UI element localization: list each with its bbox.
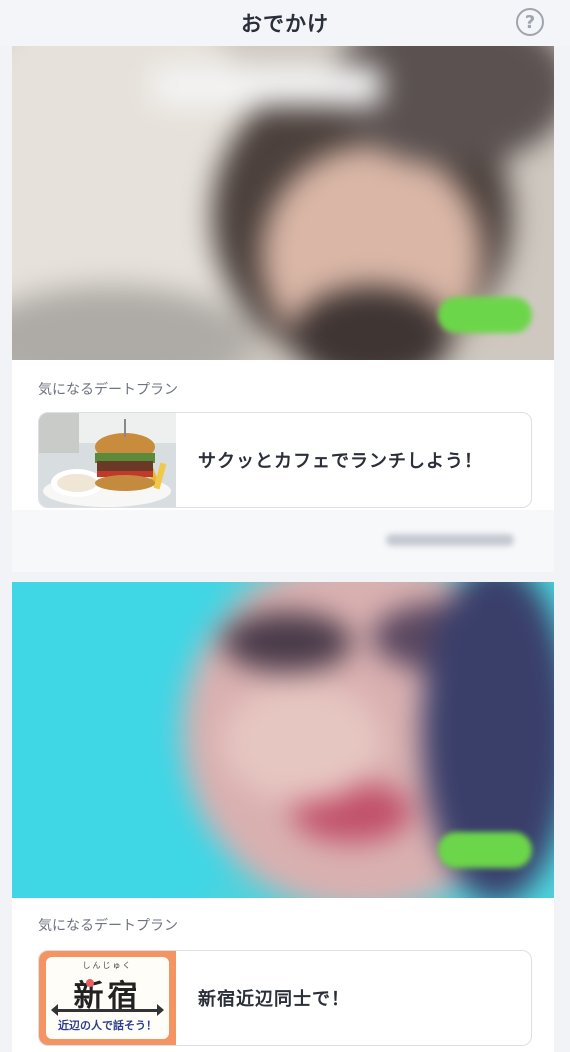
section-label: 気になるデートプラン xyxy=(38,918,178,934)
profile-card-2: 気になるデートプラン しんじゅく 新宿 近辺の人で話そう！ 新宿近辺同士で！ xyxy=(12,582,554,1052)
burger-photo xyxy=(39,413,176,507)
question-circle-icon[interactable]: ? xyxy=(516,8,544,36)
online-badge xyxy=(438,297,532,333)
header: おでかけ ? xyxy=(0,0,570,46)
online-badge xyxy=(438,832,532,868)
plan-title: サクッとカフェでランチしよう！ xyxy=(198,451,483,472)
shinjuku-thumbnail: しんじゅく 新宿 近辺の人で話そう！ xyxy=(39,951,176,1045)
thumb-ruby: しんじゅく xyxy=(82,961,133,970)
accent-dot xyxy=(86,979,94,987)
page-title: おでかけ xyxy=(241,12,329,36)
profile-photo-1[interactable] xyxy=(12,46,554,360)
plan-title: 新宿近辺同士で！ xyxy=(198,989,350,1010)
profile-photo-2[interactable] xyxy=(12,582,554,898)
date-plan-item[interactable]: しんじゅく 新宿 近辺の人で話そう！ 新宿近辺同士で！ xyxy=(38,950,532,1046)
date-plan-item[interactable]: サクッとカフェでランチしよう！ xyxy=(38,412,532,508)
profile-card-1: 気になるデートプラン サクッとカフェでランチしよう！ xyxy=(12,46,554,510)
thumb-sub-text: 近辺の人で話そう！ xyxy=(58,1019,157,1032)
blurred-text xyxy=(386,534,514,546)
blurred-row xyxy=(12,510,554,572)
double-arrow-icon xyxy=(51,1004,164,1016)
section-label: 気になるデートプラン xyxy=(38,382,178,398)
